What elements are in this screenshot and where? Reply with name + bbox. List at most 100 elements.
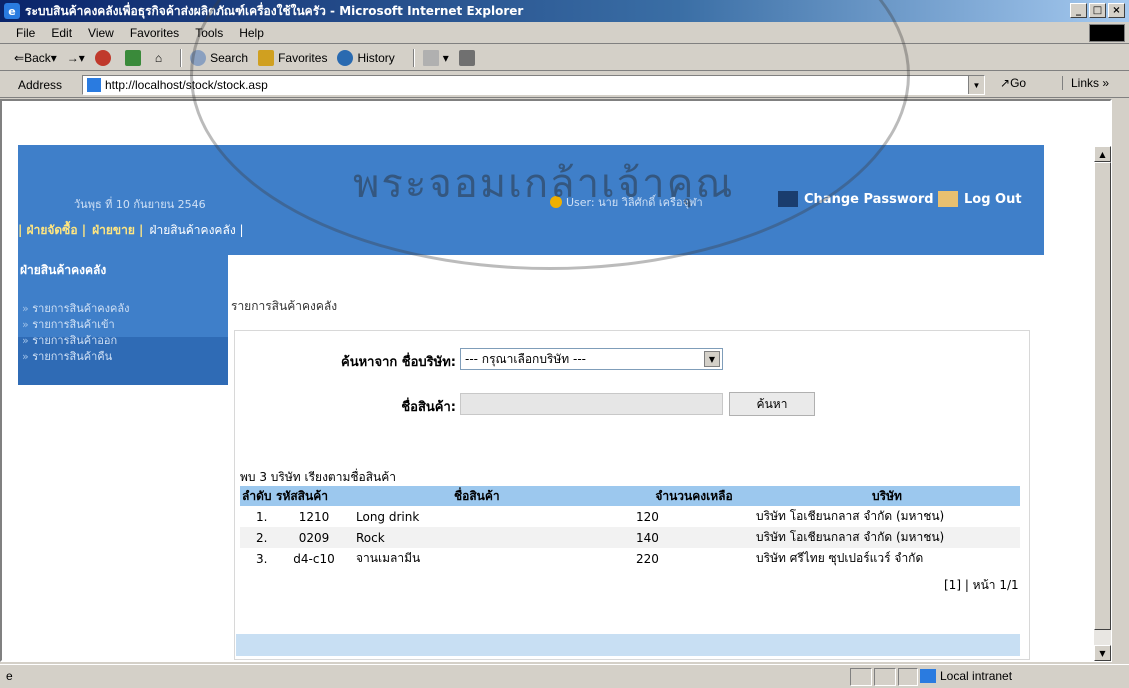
intranet-icon <box>920 669 936 683</box>
table-header-row: ลำดับ รหัสสินค้า ชื่อสินค้า จำนวนคงเหลือ… <box>240 486 1020 506</box>
window-title-bar: e ระบบสินค้าคงคลังเพื่อธุรกิจค้าส่งผลิตภ… <box>0 0 1129 22</box>
menu-favorites[interactable]: Favorites <box>130 26 179 40</box>
menu-edit[interactable]: Edit <box>51 26 72 40</box>
pagination[interactable]: [1] | หน้า 1/1 <box>944 576 1019 595</box>
cell-company: บริษัท ศรีไทย ซุปเปอร์แวร์ จำกัด <box>756 551 924 565</box>
menu-view[interactable]: View <box>88 26 114 40</box>
cell-name: Long drink <box>356 509 420 524</box>
col-qty: จำนวนคงเหลือ <box>634 486 754 506</box>
cell-code: d4-c10 <box>293 551 335 566</box>
sidebar-item-goods-in[interactable]: รายการสินค้าเข้า <box>22 315 129 331</box>
history-icon <box>337 49 354 66</box>
home-button[interactable]: ⌂ <box>155 51 162 65</box>
status-cell <box>898 668 918 686</box>
menu-tools[interactable]: Tools <box>195 26 223 40</box>
company-select[interactable]: --- กรุณาเลือกบริษัท --- ▼ <box>460 348 723 370</box>
header-date: วันพุธ ที่ 10 กันยายน 2546 <box>74 198 206 211</box>
favorites-icon <box>258 49 275 66</box>
table-row[interactable]: 3. d4-c10 จานเมลามีน 220 บริษัท ศรีไทย ซ… <box>240 548 1020 569</box>
status-bar: e Local intranet <box>0 664 1129 688</box>
search-icon <box>190 49 207 66</box>
window-title: ระบบสินค้าคงคลังเพื่อธุรกิจค้าส่งผลิตภัณ… <box>25 3 524 18</box>
tab-purchasing[interactable]: | ฝ่ายจัดซื้อ | <box>18 221 86 240</box>
cell-company: บริษัท โอเชียนกลาส จำกัด (มหาชน) <box>756 509 945 523</box>
mail-icon <box>422 49 439 66</box>
results-footer-bar <box>236 634 1020 656</box>
scroll-down-icon[interactable]: ▼ <box>1094 645 1111 661</box>
refresh-button[interactable] <box>124 49 145 66</box>
history-button[interactable]: History <box>337 49 395 66</box>
stop-button[interactable] <box>94 49 115 66</box>
header-user: User: นาย วิลิศักดิ์ เครือจุฬา <box>550 193 703 211</box>
address-input[interactable]: http://localhost/stock/stock.asp ▼ <box>82 75 985 95</box>
table-row[interactable]: 2. 0209 Rock 140 บริษัท โอเชียนกลาส จำกั… <box>240 527 1020 548</box>
ie-icon: e <box>4 3 20 19</box>
address-url: http://localhost/stock/stock.asp <box>105 78 268 92</box>
sidebar-item-returns[interactable]: รายการสินค้าคืน <box>22 347 129 363</box>
go-button[interactable]: ↗ Go <box>1000 76 1026 90</box>
cell-code: 0209 <box>274 527 354 548</box>
home-icon: ⌂ <box>154 50 163 65</box>
search-button[interactable]: ค้นหา <box>729 392 815 416</box>
status-page-icon: e <box>6 669 13 683</box>
toolbar-separator <box>412 48 415 67</box>
print-icon <box>458 49 475 66</box>
cell-qty: 220 <box>636 551 659 566</box>
change-password-link[interactable]: Change Password <box>778 191 934 207</box>
status-cell <box>850 668 872 686</box>
chevron-down-icon: ▾ <box>78 50 85 65</box>
page-icon <box>87 78 101 92</box>
scroll-up-icon[interactable]: ▲ <box>1094 146 1111 162</box>
table-row[interactable]: 1. 1210 Long drink 120 บริษัท โอเชียนกลา… <box>240 506 1020 527</box>
address-label: Address <box>18 77 63 92</box>
menu-help[interactable]: Help <box>239 26 264 40</box>
close-button[interactable]: × <box>1108 3 1125 18</box>
key-icon <box>778 191 798 207</box>
window-controls: _ □ × <box>1070 3 1125 18</box>
forward-button[interactable]: → ▾ <box>67 51 85 65</box>
cell-no: 1. <box>256 509 268 524</box>
user-icon <box>550 196 562 208</box>
sidebar-item-goods-out[interactable]: รายการสินค้าออก <box>22 331 129 347</box>
scroll-thumb[interactable] <box>1094 162 1111 630</box>
sidebar-title: ฝ่ายสินค้าคงคลัง <box>20 263 107 277</box>
breadcrumb: รายการสินค้าคงคลัง <box>231 299 338 313</box>
logout-icon <box>938 191 958 207</box>
windows-logo-icon <box>1089 24 1125 42</box>
result-summary: พบ 3 บริษัท เรียงตามชื่อสินค้า <box>240 470 397 484</box>
cell-no: 2. <box>240 527 274 548</box>
product-name-label: ชื่อสินค้า: <box>401 400 456 415</box>
security-zone: Local intranet <box>920 669 1012 683</box>
vertical-scrollbar[interactable]: ▲ ▼ <box>1094 146 1111 661</box>
address-dropdown-icon[interactable]: ▼ <box>968 76 984 94</box>
print-button[interactable] <box>458 49 479 66</box>
favorites-button[interactable]: Favorites <box>258 49 327 66</box>
cell-name: Rock <box>354 527 634 548</box>
search-button[interactable]: Search <box>190 49 248 66</box>
page-header: วันพุธ ที่ 10 กันยายน 2546 User: นาย วิล… <box>18 145 1044 255</box>
sidebar: ฝ่ายสินค้าคงคลัง รายการสินค้าคงคลัง รายก… <box>18 255 228 385</box>
col-code: รหัสสินค้า <box>274 486 354 506</box>
cell-qty: 140 <box>634 527 754 548</box>
cell-company: บริษัท โอเชียนกลาส จำกัด (มหาชน) <box>754 527 1020 548</box>
col-company: บริษัท <box>754 486 1020 506</box>
menu-file[interactable]: File <box>16 26 35 40</box>
maximize-button[interactable]: □ <box>1089 3 1106 18</box>
links-button[interactable]: Links » <box>1062 76 1109 90</box>
back-arrow-icon: ⇐ <box>14 50 25 65</box>
sidebar-item-stock-list[interactable]: รายการสินค้าคงคลัง <box>22 299 129 315</box>
minimize-button[interactable]: _ <box>1070 3 1087 18</box>
toolbar: ⇐ Back ▾ → ▾ ⌂ Search Favorites History … <box>0 45 1129 71</box>
status-cell <box>874 668 896 686</box>
tab-sales[interactable]: ฝ่ายขาย | <box>92 221 143 240</box>
back-button[interactable]: ⇐ Back ▾ <box>14 51 57 65</box>
cell-code: 1210 <box>298 509 330 524</box>
go-arrow-icon: ↗ <box>1000 76 1011 90</box>
company-search-label: ค้นหาจาก ชื่อบริษัท: <box>341 355 456 370</box>
product-name-input[interactable] <box>460 393 723 415</box>
logout-link[interactable]: Log Out <box>938 191 1022 207</box>
col-no: ลำดับ <box>240 486 274 506</box>
mail-button[interactable]: ▾ <box>422 49 449 66</box>
tab-inventory[interactable]: ฝ่ายสินค้าคงคลัง | <box>149 221 243 240</box>
refresh-icon <box>124 49 141 66</box>
